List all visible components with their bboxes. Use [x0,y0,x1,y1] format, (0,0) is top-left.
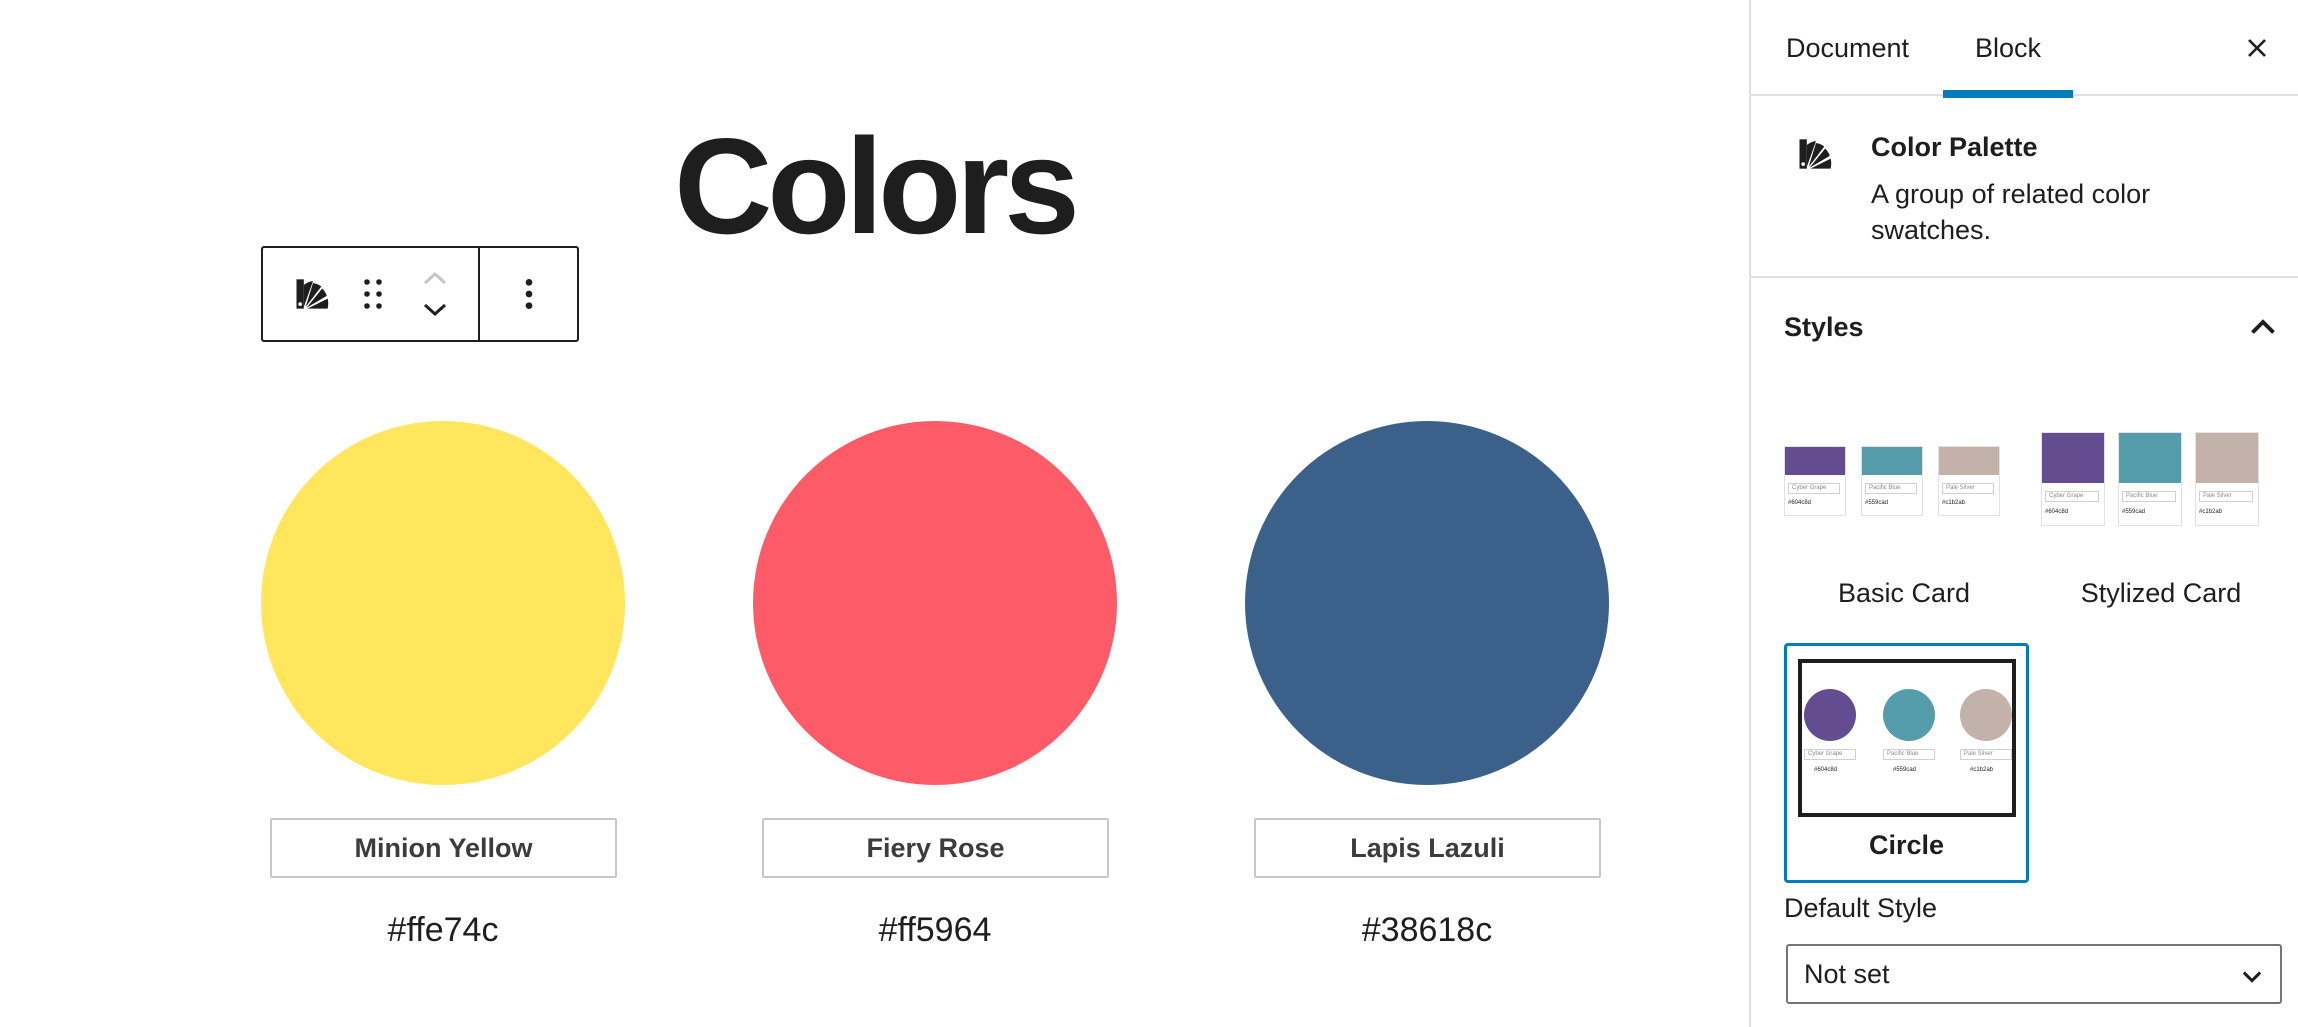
color-swatch: Fiery Rose #ff5964 [751,421,1119,949]
preview-hex: #559cad [1893,767,1917,773]
preview-swatch [1785,447,1845,475]
swatch-name-field[interactable]: Minion Yellow [270,818,617,878]
styles-panel-header[interactable]: Styles [1751,280,2298,376]
preview-circle [1804,689,1856,741]
chevron-up-icon [423,271,447,285]
preview-card: Cyber Grape #604c8d [1784,446,1846,516]
preview-label: Pacific Blue [1883,749,1935,760]
more-vertical-icon [525,279,532,309]
preview-card: Pale Silver #c1b2ab [1938,446,2000,516]
preview-card: Pacific Blue #559cad [1861,446,1923,516]
chevron-down-icon [423,303,447,317]
style-option-stylized-card[interactable]: Cyber Grape #604c8d Pacific Blue #559cad… [2041,410,2281,620]
preview-swatch [1939,447,1999,475]
color-swatch: Minion Yellow #ffe74c [259,421,627,949]
style-option-label: Stylized Card [2080,578,2242,608]
swatch-name-field[interactable]: Fiery Rose [762,818,1109,878]
color-palette-icon [1794,132,1838,176]
swatch-hex: #ff5964 [878,911,992,949]
preview-swatch [2196,433,2258,483]
preview-hex: #c1b2ab [1942,500,1966,506]
style-option-basic-card[interactable]: Cyber Grape #604c8d Pacific Blue #559cad… [1784,410,2024,620]
style-option-label: Circle [1868,830,1945,860]
close-icon [2248,39,2266,57]
styles-panel-title: Styles [1784,312,1864,342]
block-movers [415,264,455,324]
preview-label: Cyber Grape [1788,483,1840,494]
style-preview-circle: Cyber Grape #604c8d Pacific Blue #559cad… [1798,659,2016,817]
preview-circle [1960,689,2012,741]
tab-block[interactable]: Block [1943,0,2073,98]
style-option-circle[interactable]: Cyber Grape #604c8d Pacific Blue #559cad… [1784,643,2029,883]
swatch-hex: #38618c [1361,911,1493,949]
color-swatch: Lapis Lazuli #38618c [1243,421,1611,949]
close-sidebar-button[interactable] [2235,26,2279,70]
swatch-name-field[interactable]: Lapis Lazuli [1254,818,1601,878]
style-option-label: Basic Card [1837,578,1971,608]
preview-card: Pale Silver #c1b2ab [2195,432,2259,526]
preview-card: Cyber Grape #604c8d [2041,432,2105,526]
preview-hex: #c1b2ab [1970,767,1994,773]
preview-hex: #c1b2ab [2199,509,2223,515]
move-up-button[interactable] [415,264,455,292]
preview-label: Pacific Blue [2122,491,2176,502]
post-title[interactable]: Colors [0,118,1749,254]
editor-canvas: Colors Minion Yellow #ffe74c Fiery Rose … [0,0,1749,1027]
preview-card: Pacific Blue #559cad [2118,432,2182,526]
toolbar-block-group [263,248,480,340]
preview-label: Pale Silver [2199,491,2253,502]
preview-circle [1883,689,1935,741]
swatch-circle [1245,421,1609,785]
preview-swatch [2042,433,2104,483]
settings-sidebar: Document Block Color Palette A group of … [1749,0,2298,1027]
preview-swatch [1862,447,1922,475]
block-toolbar [261,246,579,342]
more-options-button[interactable] [509,269,549,319]
default-style-select[interactable]: Not set [1786,944,2282,1004]
drag-handle-icon[interactable] [353,272,393,316]
tab-document[interactable]: Document [1751,0,1944,96]
color-palette-icon[interactable] [291,272,335,316]
preview-label: Pale Silver [1942,483,1994,494]
swatch-hex: #ffe74c [387,911,499,949]
default-style-value: Not set [1804,958,1890,989]
preview-label: Pacific Blue [1865,483,1917,494]
swatch-circle [261,421,625,785]
chevron-up-icon[interactable] [2245,310,2281,346]
sidebar-tabs: Document Block [1751,0,2298,98]
toolbar-options-group [480,248,577,340]
preview-label: Cyber Grape [2045,491,2099,502]
block-card-title: Color Palette [1871,132,2038,162]
preview-hex: #604c8d [1814,767,1838,773]
chevron-down-icon [2242,971,2262,983]
preview-label: Cyber Grape [1804,749,1856,760]
block-card-description: A group of related color swatches. [1871,179,2151,245]
move-down-button[interactable] [415,296,455,324]
preview-label: Pale Silver [1960,749,2012,760]
preview-hex: #604c8d [1788,500,1812,506]
preview-hex: #604c8d [2045,509,2069,515]
swatch-circle [753,421,1117,785]
preview-hex: #559cad [1865,500,1889,506]
preview-swatch [2119,433,2181,483]
block-card: Color Palette A group of related color s… [1751,96,2298,278]
preview-hex: #559cad [2122,509,2146,515]
default-style-label: Default Style [1784,893,1938,923]
